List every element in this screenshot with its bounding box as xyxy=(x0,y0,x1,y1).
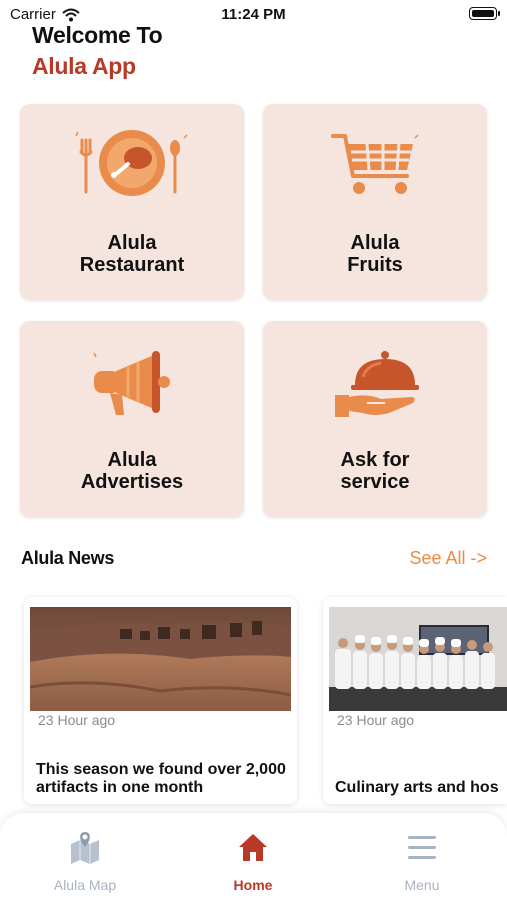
card-label: Alula Restaurant xyxy=(79,232,185,276)
card-ask-for-service[interactable]: Ask for service xyxy=(263,321,487,517)
card-alula-fruits[interactable]: Alula Fruits xyxy=(263,104,487,300)
tab-alula-map[interactable]: Alula Map xyxy=(25,827,145,893)
tab-menu[interactable]: Menu xyxy=(362,827,482,893)
tab-label: Menu xyxy=(404,877,440,893)
welcome-text: Welcome To xyxy=(32,22,163,48)
card-alula-advertises[interactable]: Alula Advertises xyxy=(20,321,244,517)
map-icon xyxy=(25,827,145,867)
tab-label: Alula Map xyxy=(53,877,117,893)
shopping-cart-icon xyxy=(315,130,435,205)
news-time: 23 Hour ago xyxy=(337,712,415,728)
card-alula-restaurant[interactable]: Alula Restaurant xyxy=(20,104,244,300)
menu-icon xyxy=(362,827,482,867)
news-image-chefs-group xyxy=(329,607,507,711)
bottom-tab-bar: Alula Map Home Menu xyxy=(0,813,507,900)
tab-label: Home xyxy=(233,877,273,893)
megaphone-icon xyxy=(72,347,192,422)
battery-icon xyxy=(469,7,500,20)
news-headline: This season we found over 2,000 artifact… xyxy=(36,761,286,796)
news-card[interactable]: 23 Hour ago Culinary arts and hos xyxy=(323,597,507,804)
app-name: Alula App xyxy=(32,53,136,79)
news-section-title: Alula News xyxy=(21,548,115,568)
news-image-desert-ruins xyxy=(30,607,291,711)
card-label: Alula Advertises xyxy=(80,449,184,493)
news-card[interactable]: 23 Hour ago This season we found over 2,… xyxy=(24,597,297,804)
see-all-link[interactable]: See All -> xyxy=(409,548,487,569)
card-label: Ask for service xyxy=(340,449,410,493)
clock: 11:24 PM xyxy=(221,6,286,23)
card-label: Alula Fruits xyxy=(347,232,403,276)
news-time: 23 Hour ago xyxy=(38,712,116,728)
service-cloche-icon xyxy=(315,347,435,422)
tab-home[interactable]: Home xyxy=(193,827,313,893)
news-headline: Culinary arts and hos xyxy=(335,779,499,796)
home-icon xyxy=(193,827,313,867)
restaurant-plate-icon xyxy=(72,130,192,205)
